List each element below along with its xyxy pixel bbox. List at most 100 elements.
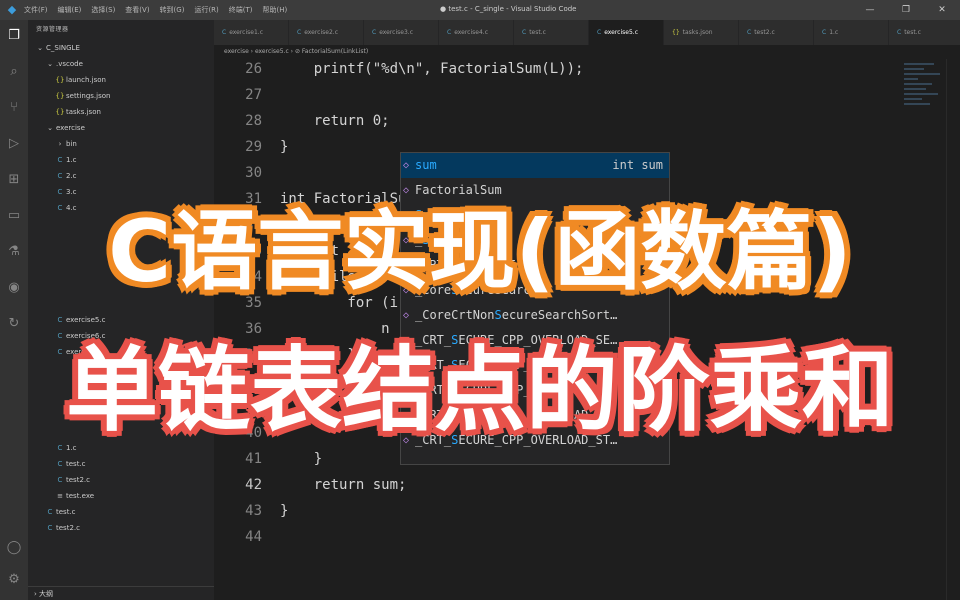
suggestion-item[interactable]: ◇ sum int sum: [401, 153, 669, 178]
file-tree-label: launch.json: [66, 76, 106, 84]
vscode-logo-icon: ◆: [7, 3, 17, 16]
file-tree-item[interactable]: ≡ test.exe: [28, 488, 214, 504]
title-bar: ◆ 文件(F) 编辑(E) 选择(S) 查看(V) 转到(G) 运行(R) 终端(T) 帮助(…: [0, 0, 960, 20]
symbol-variable-icon: ◇: [403, 310, 410, 321]
c-file-icon: C: [47, 524, 53, 532]
code-text: }: [280, 139, 289, 155]
c-file-icon: C: [297, 29, 302, 36]
menu-item[interactable]: 帮助(H): [263, 5, 288, 15]
menu-item[interactable]: 终端(T): [229, 5, 253, 15]
line-number: 28: [245, 113, 262, 129]
code-line: 44: [214, 524, 914, 550]
minimap[interactable]: [904, 63, 946, 123]
activity-bar: ❐ ⌕ ⑂ ▷ ⊞ ▭ ⚗ ◉ ↻ ◯ ⚙: [0, 20, 28, 600]
file-tree-label: test.exe: [66, 492, 95, 500]
line-number: 41: [245, 451, 262, 467]
tab-label: exercise4.c: [454, 29, 488, 36]
json-file-icon: {}: [55, 76, 65, 84]
account-icon[interactable]: ◯: [4, 538, 24, 558]
file-tree-label: 2.c: [66, 172, 77, 180]
folder-chevron-icon: ⌄: [47, 60, 53, 68]
outline-section[interactable]: › 大纲: [28, 586, 214, 600]
file-tree-label: tasks.json: [66, 108, 101, 116]
explorer-icon[interactable]: ❐: [4, 26, 24, 46]
editor-tab[interactable]: Ctest2.c: [739, 20, 814, 45]
file-tree-label: test.c: [66, 460, 86, 468]
c-file-icon: C: [447, 29, 452, 36]
tab-label: exercise1.c: [229, 29, 263, 36]
run-debug-icon[interactable]: ▷: [4, 134, 24, 154]
suggestion-text: _CoreCrtNon: [415, 308, 495, 322]
menu-item[interactable]: 文件(F): [24, 5, 48, 15]
c-file-icon: C: [57, 156, 63, 164]
file-tree-item[interactable]: › bin: [28, 136, 214, 152]
file-tree-label: C_SINGLE: [46, 44, 80, 52]
c-file-icon: C: [897, 29, 902, 36]
editor-tab[interactable]: Cexercise4.c: [439, 20, 514, 45]
editor-tab[interactable]: {} tasks.json: [664, 20, 739, 45]
line-number: 26: [245, 61, 262, 77]
c-file-icon: C: [522, 29, 527, 36]
code-text: }: [280, 503, 289, 519]
menu-item[interactable]: 转到(G): [160, 5, 185, 15]
file-tree-item[interactable]: C 1.c: [28, 152, 214, 168]
menu-item[interactable]: 选择(S): [91, 5, 115, 15]
settings-icon[interactable]: ⚙: [4, 570, 24, 590]
file-tree-label: test.c: [56, 508, 76, 516]
editor-tab[interactable]: Ctest.c: [514, 20, 589, 45]
code-line: 43}: [214, 498, 914, 524]
file-tree-label: 1.c: [66, 156, 77, 164]
menu-item[interactable]: 查看(V): [125, 5, 149, 15]
file-tree-item[interactable]: {} tasks.json: [28, 104, 214, 120]
suggestion-item[interactable]: ◇ _CoreCrtNonSecureSearchSort…: [401, 303, 669, 328]
file-tree-item[interactable]: Ctest2.c: [28, 472, 214, 488]
close-button[interactable]: ✕: [924, 0, 960, 20]
code-text: return 0;: [280, 113, 390, 129]
editor-tab[interactable]: Cexercise5.c: [589, 20, 664, 45]
file-tree-item[interactable]: Ctest.c: [28, 504, 214, 520]
tab-label: exercise5.c: [604, 29, 638, 36]
tab-label: exercise2.c: [304, 29, 338, 36]
source-control-icon[interactable]: ⑂: [4, 98, 24, 118]
file-tree-item[interactable]: {} launch.json: [28, 72, 214, 88]
file-tree-item[interactable]: Cexercise5.c: [28, 312, 214, 328]
folder-chevron-icon: ⌄: [47, 124, 53, 132]
menu-item[interactable]: 编辑(E): [58, 5, 82, 15]
explorer-header: 资源管理器: [36, 26, 69, 33]
minimize-button[interactable]: —: [852, 0, 888, 20]
file-tree-item[interactable]: C 2.c: [28, 168, 214, 184]
file-tree-item[interactable]: ⌄ C_SINGLE: [28, 40, 214, 56]
editor-tab[interactable]: C 1.c: [814, 20, 889, 45]
share-icon[interactable]: ↻: [4, 314, 24, 334]
line-number: 44: [245, 529, 262, 545]
c-file-icon: C: [222, 29, 227, 36]
folder-chevron-icon: ›: [58, 140, 62, 148]
search-icon[interactable]: ⌕: [4, 62, 24, 82]
code-text: }: [280, 451, 323, 467]
file-tree-item[interactable]: Ctest2.c: [28, 520, 214, 536]
file-tree-item[interactable]: {} settings.json: [28, 88, 214, 104]
file-tree-item[interactable]: Ctest.c: [28, 456, 214, 472]
extensions-icon[interactable]: ⊞: [4, 170, 24, 190]
editor-tab[interactable]: Cexercise2.c: [289, 20, 364, 45]
suggestion-text: sum: [415, 158, 437, 172]
json-file-icon: {}: [55, 92, 65, 100]
file-tree-item[interactable]: ⌄ exercise: [28, 120, 214, 136]
tab-label: 1.c: [829, 29, 839, 36]
explorer-sidebar: 资源管理器 ⌄ C_SINGLE ⌄ .vscode{} launch.json{} se…: [28, 20, 214, 600]
editor-tab[interactable]: Cexercise3.c: [364, 20, 439, 45]
maximize-button[interactable]: ❐: [888, 0, 924, 20]
folder-chevron-icon: ≡: [57, 492, 63, 500]
file-tree-item[interactable]: ⌄ .vscode: [28, 56, 214, 72]
file-tree-item[interactable]: C 3.c: [28, 184, 214, 200]
menu-bar: 文件(F) 编辑(E) 选择(S) 查看(V) 转到(G) 运行(R) 终端(T) 帮助(H): [24, 5, 287, 15]
editor-tab[interactable]: Ctest.c: [889, 20, 960, 45]
menu-item[interactable]: 运行(R): [194, 5, 218, 15]
vertical-scrollbar[interactable]: [946, 59, 960, 600]
c-file-icon: C: [822, 29, 827, 36]
editor-tab[interactable]: Cexercise1.c: [214, 20, 289, 45]
c-file-icon: C: [57, 316, 63, 324]
c-file-icon: C: [57, 476, 63, 484]
code-line: 26 printf("%d\n", FactorialSum(L));: [214, 56, 914, 82]
window-title: ● test.c - C_single - Visual Studio Code: [440, 5, 577, 13]
